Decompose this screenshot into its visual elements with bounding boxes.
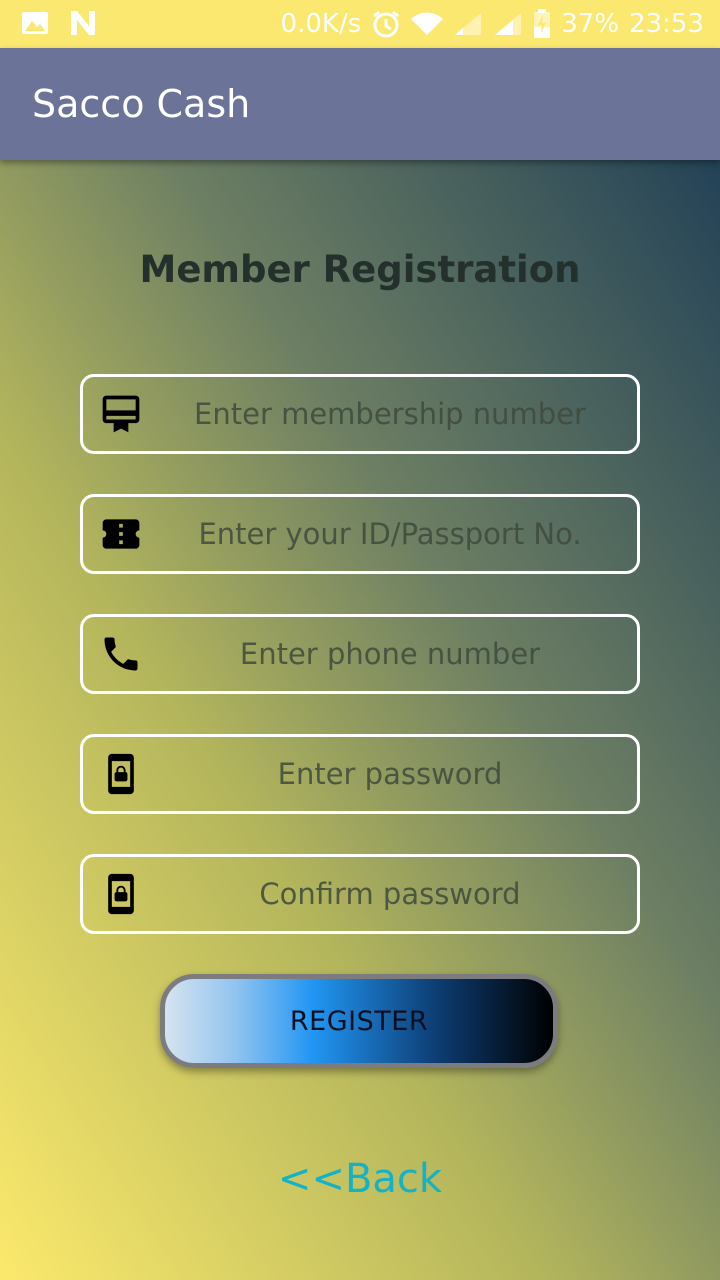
register-button[interactable]: REGISTER	[160, 974, 558, 1068]
card-membership-icon	[102, 395, 140, 433]
wifi-icon	[411, 12, 444, 35]
phone-number-field[interactable]	[80, 614, 640, 694]
battery-level: 37%	[561, 9, 620, 39]
password-field[interactable]	[80, 734, 640, 814]
membership-number-field[interactable]	[80, 374, 640, 454]
image-notification-icon	[22, 12, 48, 34]
app-title: Sacco Cash	[32, 82, 251, 126]
phone-lock-icon	[108, 873, 134, 915]
register-button-label: REGISTER	[289, 1005, 429, 1037]
phone-icon	[104, 637, 138, 671]
page-title: Member Registration	[139, 248, 581, 291]
signal-2-icon	[495, 13, 522, 35]
ticket-icon	[102, 519, 140, 549]
membership-number-input[interactable]	[163, 377, 617, 451]
app-bar: Sacco Cash	[0, 48, 720, 160]
id-passport-field[interactable]	[80, 494, 640, 574]
signal-1-icon	[455, 13, 482, 35]
password-input[interactable]	[163, 737, 617, 811]
status-bar: 0.0K/s 37% 23:53	[0, 0, 720, 48]
phone-number-input[interactable]	[163, 617, 617, 691]
confirm-password-field[interactable]	[80, 854, 640, 934]
battery-charging-icon	[534, 9, 551, 38]
n-notification-icon	[71, 11, 95, 35]
registration-form: Member Registration REGISTER <<Back	[0, 160, 720, 1280]
id-passport-input[interactable]	[163, 497, 617, 571]
confirm-password-input[interactable]	[163, 857, 617, 931]
clock: 23:53	[629, 9, 704, 39]
back-link[interactable]: <<Back	[0, 1156, 720, 1202]
phone-lock-icon	[108, 753, 134, 795]
network-speed: 0.0K/s	[280, 9, 362, 39]
alarm-icon	[373, 10, 400, 38]
